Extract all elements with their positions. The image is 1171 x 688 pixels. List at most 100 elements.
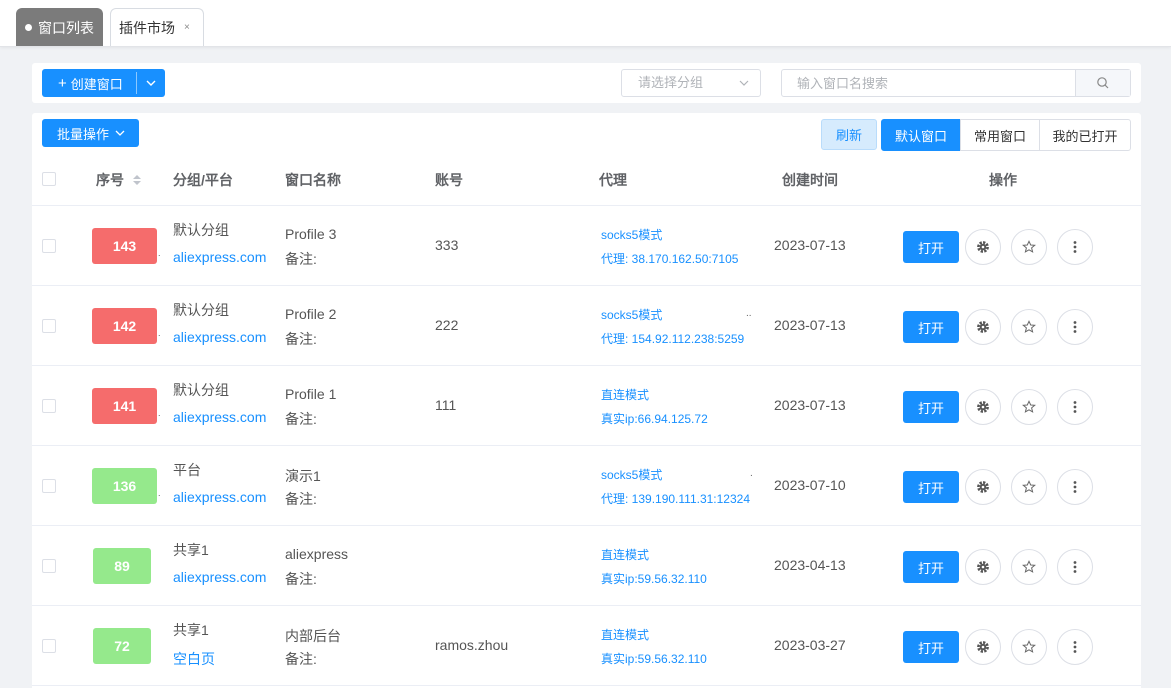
search-icon (1097, 77, 1109, 89)
open-button[interactable]: 打开 (903, 631, 959, 663)
account: ramos.zhou (435, 637, 509, 653)
group-name: 默认分组 (173, 222, 229, 238)
proxy-mode[interactable]: 直连模式 (601, 546, 649, 563)
group-select-placeholder: 请选择分组 (638, 75, 704, 90)
platform-link[interactable]: aliexpress.com (173, 329, 281, 345)
settings-button[interactable] (965, 549, 1001, 585)
row-checkbox[interactable] (42, 559, 56, 573)
header-group: 分组/平台 (173, 172, 233, 188)
header-index[interactable]: 序号 (96, 170, 142, 190)
created-date: 2023-07-10 (774, 477, 846, 493)
account: 111 (435, 397, 457, 413)
favorite-button[interactable] (1011, 389, 1047, 425)
refresh-button[interactable]: 刷新 (821, 119, 877, 150)
favorite-button[interactable] (1011, 629, 1047, 665)
more-button[interactable] (1057, 309, 1093, 345)
tab-default-windows[interactable]: 默认窗口 (881, 119, 961, 151)
settings-button[interactable] (965, 309, 1001, 345)
tab-my-opened[interactable]: 我的已打开 (1039, 119, 1131, 151)
proxy-detail[interactable]: 代理: 154.92.112.238:5259 (601, 330, 744, 347)
dot-marker: . (158, 328, 161, 338)
proxy-mode[interactable]: socks5模式 (601, 226, 662, 243)
open-button[interactable]: 打开 (903, 551, 959, 583)
row-checkbox[interactable] (42, 239, 56, 253)
proxy-detail[interactable]: 真实ip:59.56.32.110 (601, 650, 707, 667)
header-index-label: 序号 (96, 172, 124, 188)
gear-icon (977, 481, 989, 493)
tab-label: 窗口列表 (38, 19, 94, 36)
settings-button[interactable] (965, 469, 1001, 505)
proxy-detail[interactable]: 真实ip:66.94.125.72 (601, 410, 708, 427)
dot-marker: . (750, 468, 753, 479)
proxy-mode[interactable]: 直连模式 (601, 386, 649, 403)
favorite-button[interactable] (1011, 229, 1047, 265)
favorite-button[interactable] (1011, 309, 1047, 345)
open-button[interactable]: 打开 (903, 391, 959, 423)
batch-operations-button[interactable]: 批量操作 (42, 119, 139, 147)
settings-button[interactable] (965, 629, 1001, 665)
search-button[interactable] (1075, 70, 1130, 96)
favorite-button[interactable] (1011, 549, 1047, 585)
select-all-checkbox[interactable] (42, 172, 56, 186)
proxy-detail[interactable]: 真实ip:59.56.32.110 (601, 570, 707, 587)
account: 333 (435, 237, 459, 253)
favorite-button[interactable] (1011, 469, 1047, 505)
group-select[interactable]: 请选择分组 (621, 69, 761, 97)
more-button[interactable] (1057, 389, 1093, 425)
more-vertical-icon (1073, 641, 1077, 653)
tab-plugin-market[interactable]: 插件市场 × (110, 8, 204, 46)
proxy-mode[interactable]: 直连模式 (601, 626, 649, 643)
platform-link[interactable]: aliexpress.com (173, 249, 281, 265)
window-name: Profile 2 (285, 306, 337, 322)
active-dot-icon (25, 24, 32, 31)
row-checkbox[interactable] (42, 399, 56, 413)
window-id-badge: 141 (92, 388, 157, 424)
proxy-mode[interactable]: socks5模式 (601, 306, 662, 323)
plus-icon: + (58, 74, 67, 92)
more-button[interactable] (1057, 469, 1093, 505)
platform-link[interactable]: aliexpress.com (173, 409, 281, 425)
gear-icon (977, 641, 989, 653)
more-vertical-icon (1073, 321, 1077, 333)
table-row: 89 共享1 aliexpress.com aliexpress 备注: 直连模… (32, 526, 1141, 606)
open-button[interactable]: 打开 (903, 471, 959, 503)
more-vertical-icon (1073, 561, 1077, 573)
more-vertical-icon (1073, 481, 1077, 493)
create-window-label: 创建窗口 (70, 76, 123, 92)
dot-marker: . (158, 248, 161, 258)
proxy-detail[interactable]: 代理: 139.190.111.31:12324 (601, 490, 750, 507)
window-remark: 备注: (285, 651, 317, 667)
tab-common-windows[interactable]: 常用窗口 (960, 119, 1040, 151)
chevron-down-icon[interactable] (143, 75, 159, 91)
more-button[interactable] (1057, 229, 1093, 265)
close-icon[interactable]: × (184, 22, 190, 33)
settings-button[interactable] (965, 229, 1001, 265)
platform-link[interactable]: aliexpress.com (173, 569, 281, 585)
group-name: 共享1 (173, 542, 209, 558)
create-window-button[interactable]: + 创建窗口 (42, 69, 165, 97)
tab-bar: 窗口列表 插件市场 × (0, 0, 1171, 47)
dot-marker: .. (746, 308, 752, 319)
star-icon (1022, 480, 1036, 493)
more-button[interactable] (1057, 549, 1093, 585)
gear-icon (977, 241, 989, 253)
sort-icon[interactable] (132, 173, 142, 187)
open-button[interactable]: 打开 (903, 311, 959, 343)
proxy-mode[interactable]: socks5模式 (601, 466, 662, 483)
platform-link[interactable]: aliexpress.com (173, 489, 281, 505)
proxy-detail[interactable]: 代理: 38.170.162.50:7105 (601, 250, 738, 267)
open-button[interactable]: 打开 (903, 231, 959, 263)
more-button[interactable] (1057, 629, 1093, 665)
row-checkbox[interactable] (42, 479, 56, 493)
chevron-down-icon (739, 80, 749, 86)
platform-link[interactable]: 空白页 (173, 649, 281, 669)
settings-button[interactable] (965, 389, 1001, 425)
group-name: 默认分组 (173, 302, 229, 318)
row-checkbox[interactable] (42, 319, 56, 333)
search-input[interactable] (782, 70, 1076, 96)
batch-operations-label: 批量操作 (57, 126, 110, 142)
tab-window-list[interactable]: 窗口列表 (16, 8, 103, 46)
row-checkbox[interactable] (42, 639, 56, 653)
tab-label: 插件市场 (119, 19, 175, 36)
window-id-badge: 142 (92, 308, 157, 344)
